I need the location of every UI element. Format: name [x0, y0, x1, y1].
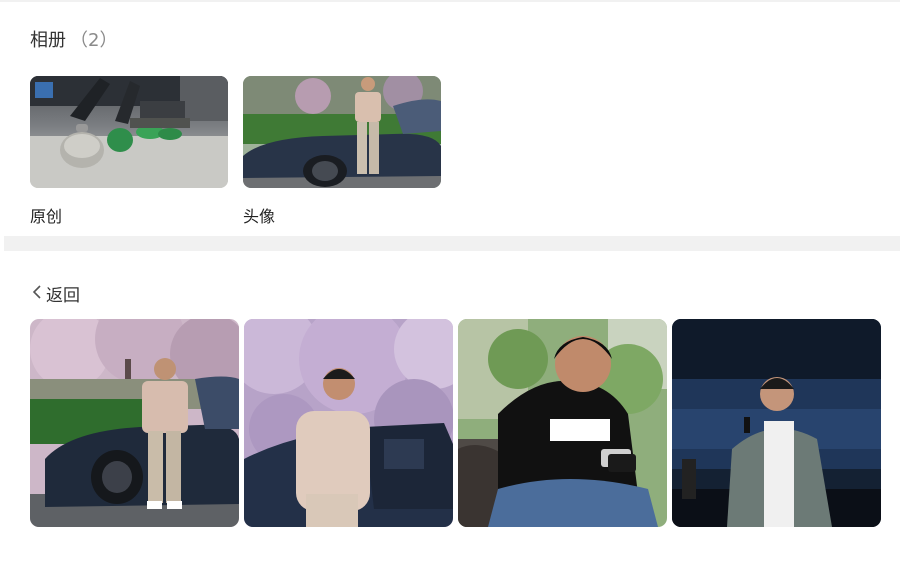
back-button[interactable]: 返回 [32, 281, 80, 306]
album-thumb-gym[interactable] [30, 76, 228, 188]
top-divider [0, 0, 900, 2]
album-section-header: 相册 （2） [30, 26, 117, 52]
album-card-original[interactable]: 原创 [30, 76, 228, 227]
photo-man-cherry-tree[interactable] [244, 319, 453, 527]
album-count: （2） [70, 30, 118, 51]
back-label: 返回 [46, 286, 80, 306]
chevron-left-icon [32, 284, 42, 304]
album-label-avatar: 头像 [243, 207, 276, 226]
section-separator [4, 236, 900, 251]
album-label-original: 原创 [30, 207, 63, 226]
photo-man-stage-speech[interactable] [672, 319, 881, 527]
album-thumb-man-car[interactable] [243, 76, 441, 188]
photo-man-black-tshirt-phone[interactable] [458, 319, 667, 527]
photo-man-car-blossoms[interactable] [30, 319, 239, 527]
album-card-avatar[interactable]: 头像 [243, 76, 441, 227]
album-section-title: 相册 [30, 30, 66, 51]
